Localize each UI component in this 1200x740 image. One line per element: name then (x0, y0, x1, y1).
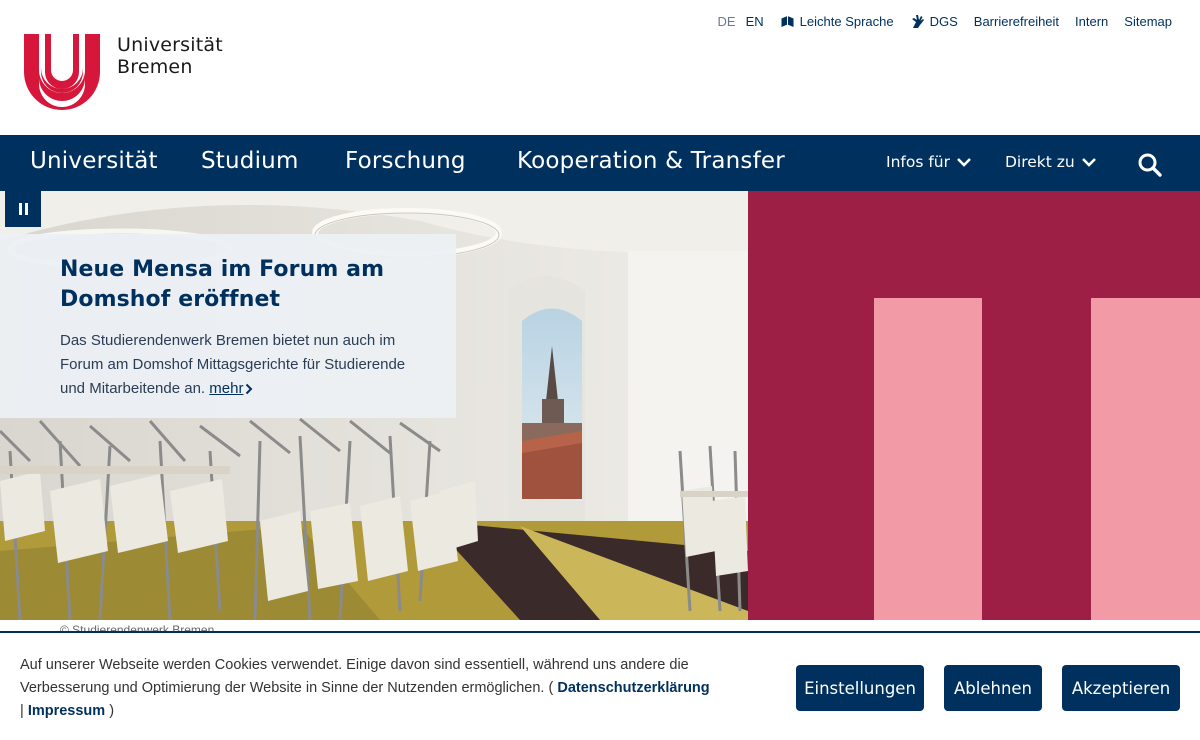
chevron-down-icon (1081, 158, 1096, 167)
pause-icon-bar (24, 203, 28, 215)
cookie-banner: Auf unserer Webseite werden Cookies verw… (0, 631, 1200, 740)
book-icon (781, 15, 794, 27)
site-header: Universität Bremen DE EN Leichte Sprache… (0, 0, 1200, 135)
university-logo[interactable]: Universität Bremen (24, 34, 223, 110)
nav-item-kooperation-transfer[interactable]: Kooperation & Transfer (517, 148, 785, 174)
leichte-sprache-link[interactable]: Leichte Sprache (780, 14, 894, 29)
direkt-zu-label: Direkt zu (1005, 153, 1075, 171)
logo-text: Universität Bremen (117, 34, 223, 78)
cookie-text: Auf unserer Webseite werden Cookies verw… (20, 654, 780, 723)
pause-icon (18, 203, 22, 215)
privacy-link[interactable]: Datenschutzerklärung (557, 680, 709, 696)
search-button[interactable] (1137, 152, 1163, 183)
imprint-link[interactable]: Impressum (28, 703, 105, 719)
lang-en-link[interactable]: EN (746, 14, 764, 29)
chevron-right-icon (246, 383, 253, 395)
cookie-close-paren: ) (109, 703, 115, 719)
decorative-bar (1091, 298, 1200, 620)
hero-teaser: Neue Mensa im Forum am Domshof eröffnet … (0, 234, 456, 418)
infos-fuer-label: Infos für (886, 153, 950, 171)
search-icon (1138, 153, 1162, 177)
slider-pause-button[interactable] (5, 191, 41, 227)
nav-item-studium[interactable]: Studium (201, 148, 299, 174)
dgs-label: DGS (929, 13, 958, 29)
chevron-down-icon (957, 158, 971, 167)
logo-line-2: Bremen (117, 56, 193, 78)
cookie-separator: | (20, 703, 24, 719)
more-link[interactable]: mehr (209, 380, 253, 397)
infos-fuer-dropdown[interactable]: Infos für (886, 153, 972, 171)
decorative-pattern (748, 191, 1200, 620)
nav-item-forschung[interactable]: Forschung (345, 148, 466, 174)
hero-text: Das Studierendenwerk Bremen bietet nun a… (60, 329, 426, 401)
nav-item-universitaet[interactable]: Universität (30, 148, 158, 174)
hero-slider: Neue Mensa im Forum am Domshof eröffnet … (0, 191, 1200, 620)
logo-line-1: Universität (117, 34, 223, 56)
meta-navigation: DE EN Leichte Sprache DGS Barrierefreihe… (718, 13, 1172, 29)
logo-u-icon (24, 34, 100, 110)
hero-title: Neue Mensa im Forum am Domshof eröffnet (60, 257, 385, 312)
intern-link[interactable]: Intern (1075, 14, 1108, 29)
direkt-zu-dropdown[interactable]: Direkt zu (1005, 153, 1097, 171)
cookie-settings-button[interactable]: Einstellungen (796, 665, 924, 711)
lang-de-link[interactable]: DE (718, 14, 736, 29)
leichte-sprache-label: Leichte Sprache (799, 13, 894, 29)
main-navigation: Universität Studium Forschung Kooperatio… (0, 135, 1200, 191)
cookie-accept-button[interactable]: Akzeptieren (1062, 665, 1180, 711)
cookie-reject-button[interactable]: Ablehnen (944, 665, 1042, 711)
decorative-bar (874, 298, 982, 620)
sitemap-link[interactable]: Sitemap (1124, 14, 1172, 29)
barrierefreiheit-link[interactable]: Barrierefreiheit (974, 14, 1059, 29)
dgs-link[interactable]: DGS (910, 13, 958, 29)
more-label: mehr (209, 380, 244, 397)
sign-language-icon (911, 15, 924, 28)
